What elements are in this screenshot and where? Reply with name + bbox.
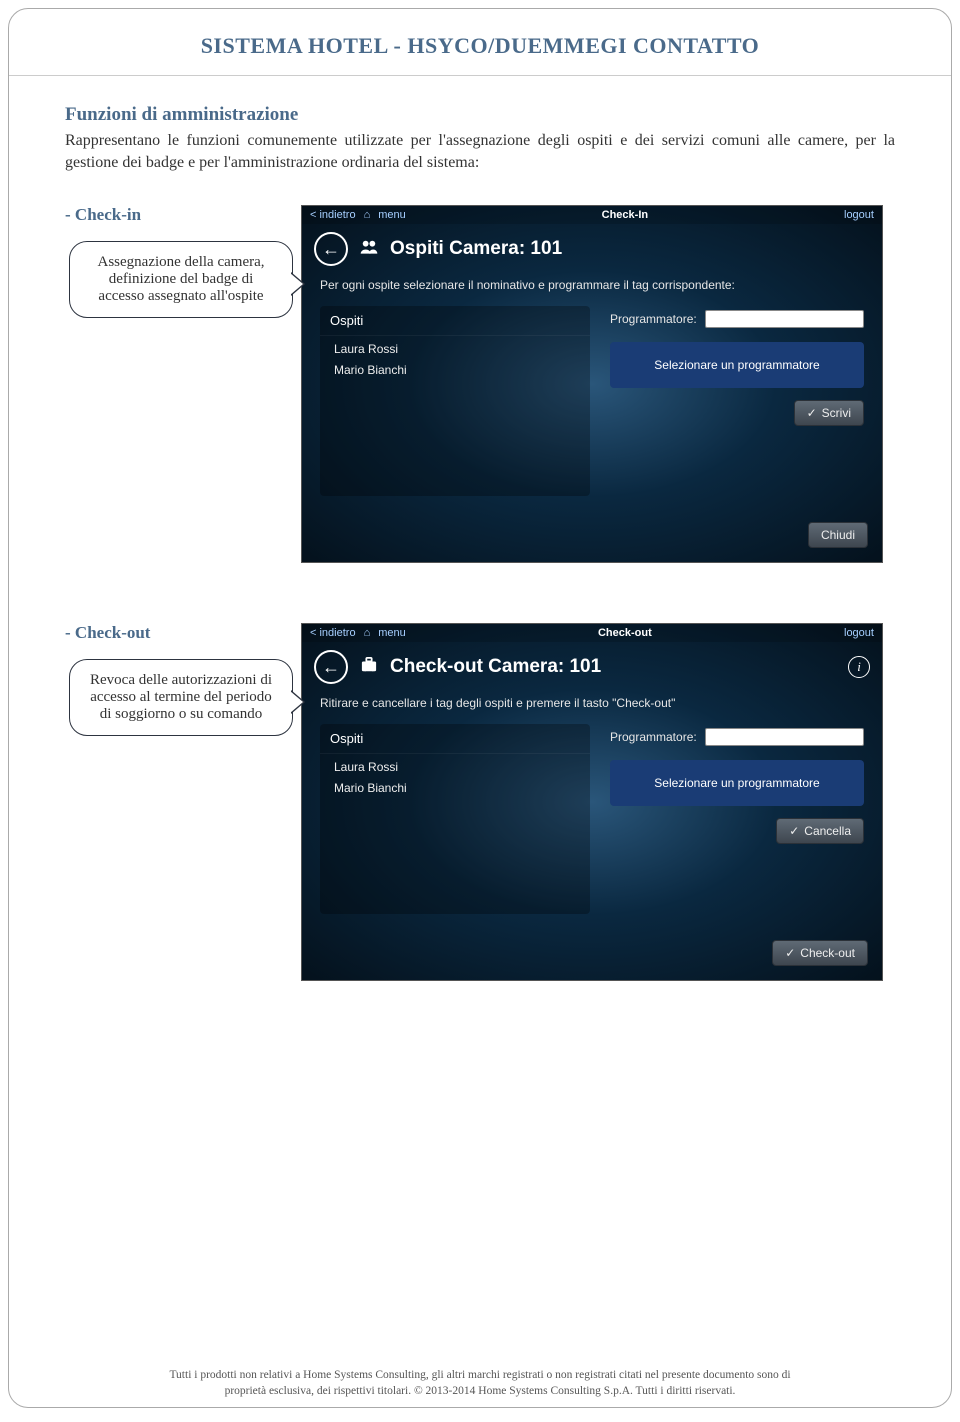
checkout-row: - Check-out Revoca delle autorizzazioni …	[65, 623, 895, 981]
checkout-topbar: < indietro ⌂ menu Check-out logout	[302, 624, 882, 642]
home-icon: ⌂	[364, 209, 371, 221]
section-body: Rappresentano le funzioni comunemente ut…	[65, 130, 895, 173]
cancel-button-row: ✓ Cancella	[610, 818, 864, 844]
document-title: SISTEMA HOTEL - HSYCO/DUEMMEGI CONTATTO	[9, 9, 951, 75]
write-button-row: ✓ Scrivi	[610, 400, 864, 426]
checkout-logout-link[interactable]: logout	[844, 627, 874, 639]
cancel-button-label: Cancella	[804, 824, 851, 838]
checkout-body: Ospiti Laura Rossi Mario Bianchi Program…	[302, 724, 882, 932]
checkout-button[interactable]: ✓ Check-out	[772, 940, 868, 966]
footer-line2: proprietà esclusiva, dei rispettivi tito…	[225, 1385, 736, 1397]
checkin-row: - Check-in Assegnazione della camera, de…	[65, 205, 895, 563]
checkout-left-col: - Check-out Revoca delle autorizzazioni …	[65, 623, 301, 736]
guest-item[interactable]: Mario Bianchi	[320, 357, 590, 378]
checkin-footer: Chiudi	[302, 514, 882, 562]
cancel-button[interactable]: ✓ Cancella	[776, 818, 864, 844]
programmer-select[interactable]	[705, 310, 864, 328]
arrow-left-icon: ←	[322, 657, 340, 678]
guests-list-header: Ospiti	[320, 724, 590, 754]
guests-list-header: Ospiti	[320, 306, 590, 336]
checkout-subtitle: - Check-out	[65, 623, 301, 643]
guest-item[interactable]: Mario Bianchi	[320, 775, 590, 796]
checkin-right-col: < indietro ⌂ menu Check-In logout ←	[301, 205, 895, 563]
checkout-menu-link[interactable]: menu	[378, 627, 406, 639]
checkout-header-title: Check-out Camera: 101	[390, 656, 601, 678]
checkout-footer: ✓ Check-out	[302, 932, 882, 980]
checkin-left-col: - Check-in Assegnazione della camera, de…	[65, 205, 301, 318]
programmer-panel: Selezionare un programmatore	[610, 760, 864, 806]
check-icon: ✓	[807, 406, 817, 420]
footer-line1: Tutti i prodotti non relativi a Home Sys…	[169, 1369, 790, 1381]
document-page: SISTEMA HOTEL - HSYCO/DUEMMEGI CONTATTO …	[8, 8, 952, 1408]
checkout-button-label: Check-out	[800, 946, 855, 960]
checkout-programmer-col: Programmatore: Selezionare un programmat…	[610, 724, 864, 914]
checkin-programmer-col: Programmatore: Selezionare un programmat…	[610, 306, 864, 496]
write-button[interactable]: ✓ Scrivi	[794, 400, 864, 426]
home-icon: ⌂	[364, 627, 371, 639]
checkin-topbar-title: Check-In	[602, 209, 648, 221]
page-footer: Tutti i prodotti non relativi a Home Sys…	[9, 1367, 951, 1399]
checkin-body: Ospiti Laura Rossi Mario Bianchi Program…	[302, 306, 882, 514]
write-button-label: Scrivi	[822, 406, 851, 420]
checkout-guests-list: Ospiti Laura Rossi Mario Bianchi	[320, 724, 590, 914]
programmer-label: Programmatore:	[610, 730, 697, 744]
arrow-left-icon: ←	[322, 239, 340, 260]
back-circle-button[interactable]: ←	[314, 232, 348, 266]
check-icon: ✓	[789, 824, 799, 838]
checkout-subtext: Ritirare e cancellare i tag degli ospiti…	[302, 692, 882, 724]
checkin-header-title: Ospiti Camera: 101	[390, 238, 562, 260]
document-content: Funzioni di amministrazione Rappresentan…	[9, 76, 951, 981]
close-button-label: Chiudi	[821, 528, 855, 542]
checkout-app-screenshot: < indietro ⌂ menu Check-out logout ←	[301, 623, 883, 981]
programmer-row: Programmatore:	[610, 310, 864, 328]
checkin-back-link[interactable]: < indietro	[310, 209, 356, 221]
programmer-panel: Selezionare un programmatore	[610, 342, 864, 388]
checkin-app-screenshot: < indietro ⌂ menu Check-In logout ←	[301, 205, 883, 563]
checkin-menu-link[interactable]: menu	[378, 209, 406, 221]
suitcase-icon	[358, 657, 380, 678]
check-icon: ✓	[785, 946, 795, 960]
guest-item[interactable]: Laura Rossi	[320, 336, 590, 357]
checkin-topbar: < indietro ⌂ menu Check-In logout	[302, 206, 882, 224]
guests-icon	[358, 239, 380, 260]
back-circle-button[interactable]: ←	[314, 650, 348, 684]
checkin-subtext: Per ogni ospite selezionare il nominativ…	[302, 274, 882, 306]
guest-item[interactable]: Laura Rossi	[320, 754, 590, 775]
programmer-select[interactable]	[705, 728, 864, 746]
checkout-topbar-title: Check-out	[598, 627, 652, 639]
checkout-callout: Revoca delle autorizzazioni di accesso a…	[69, 659, 293, 736]
close-button[interactable]: Chiudi	[808, 522, 868, 548]
checkin-header: ← Ospiti Camera: 101	[302, 224, 882, 274]
programmer-row: Programmatore:	[610, 728, 864, 746]
info-icon[interactable]: i	[848, 656, 870, 678]
programmer-label: Programmatore:	[610, 312, 697, 326]
checkin-subtitle: - Check-in	[65, 205, 301, 225]
section-heading: Funzioni di amministrazione	[65, 104, 895, 126]
checkout-header: ← Check-out Camera: 101 i	[302, 642, 882, 692]
checkin-logout-link[interactable]: logout	[844, 209, 874, 221]
checkout-back-link[interactable]: < indietro	[310, 627, 356, 639]
checkout-right-col: < indietro ⌂ menu Check-out logout ←	[301, 623, 895, 981]
checkin-callout: Assegnazione della camera, definizione d…	[69, 241, 293, 318]
checkin-guests-list: Ospiti Laura Rossi Mario Bianchi	[320, 306, 590, 496]
